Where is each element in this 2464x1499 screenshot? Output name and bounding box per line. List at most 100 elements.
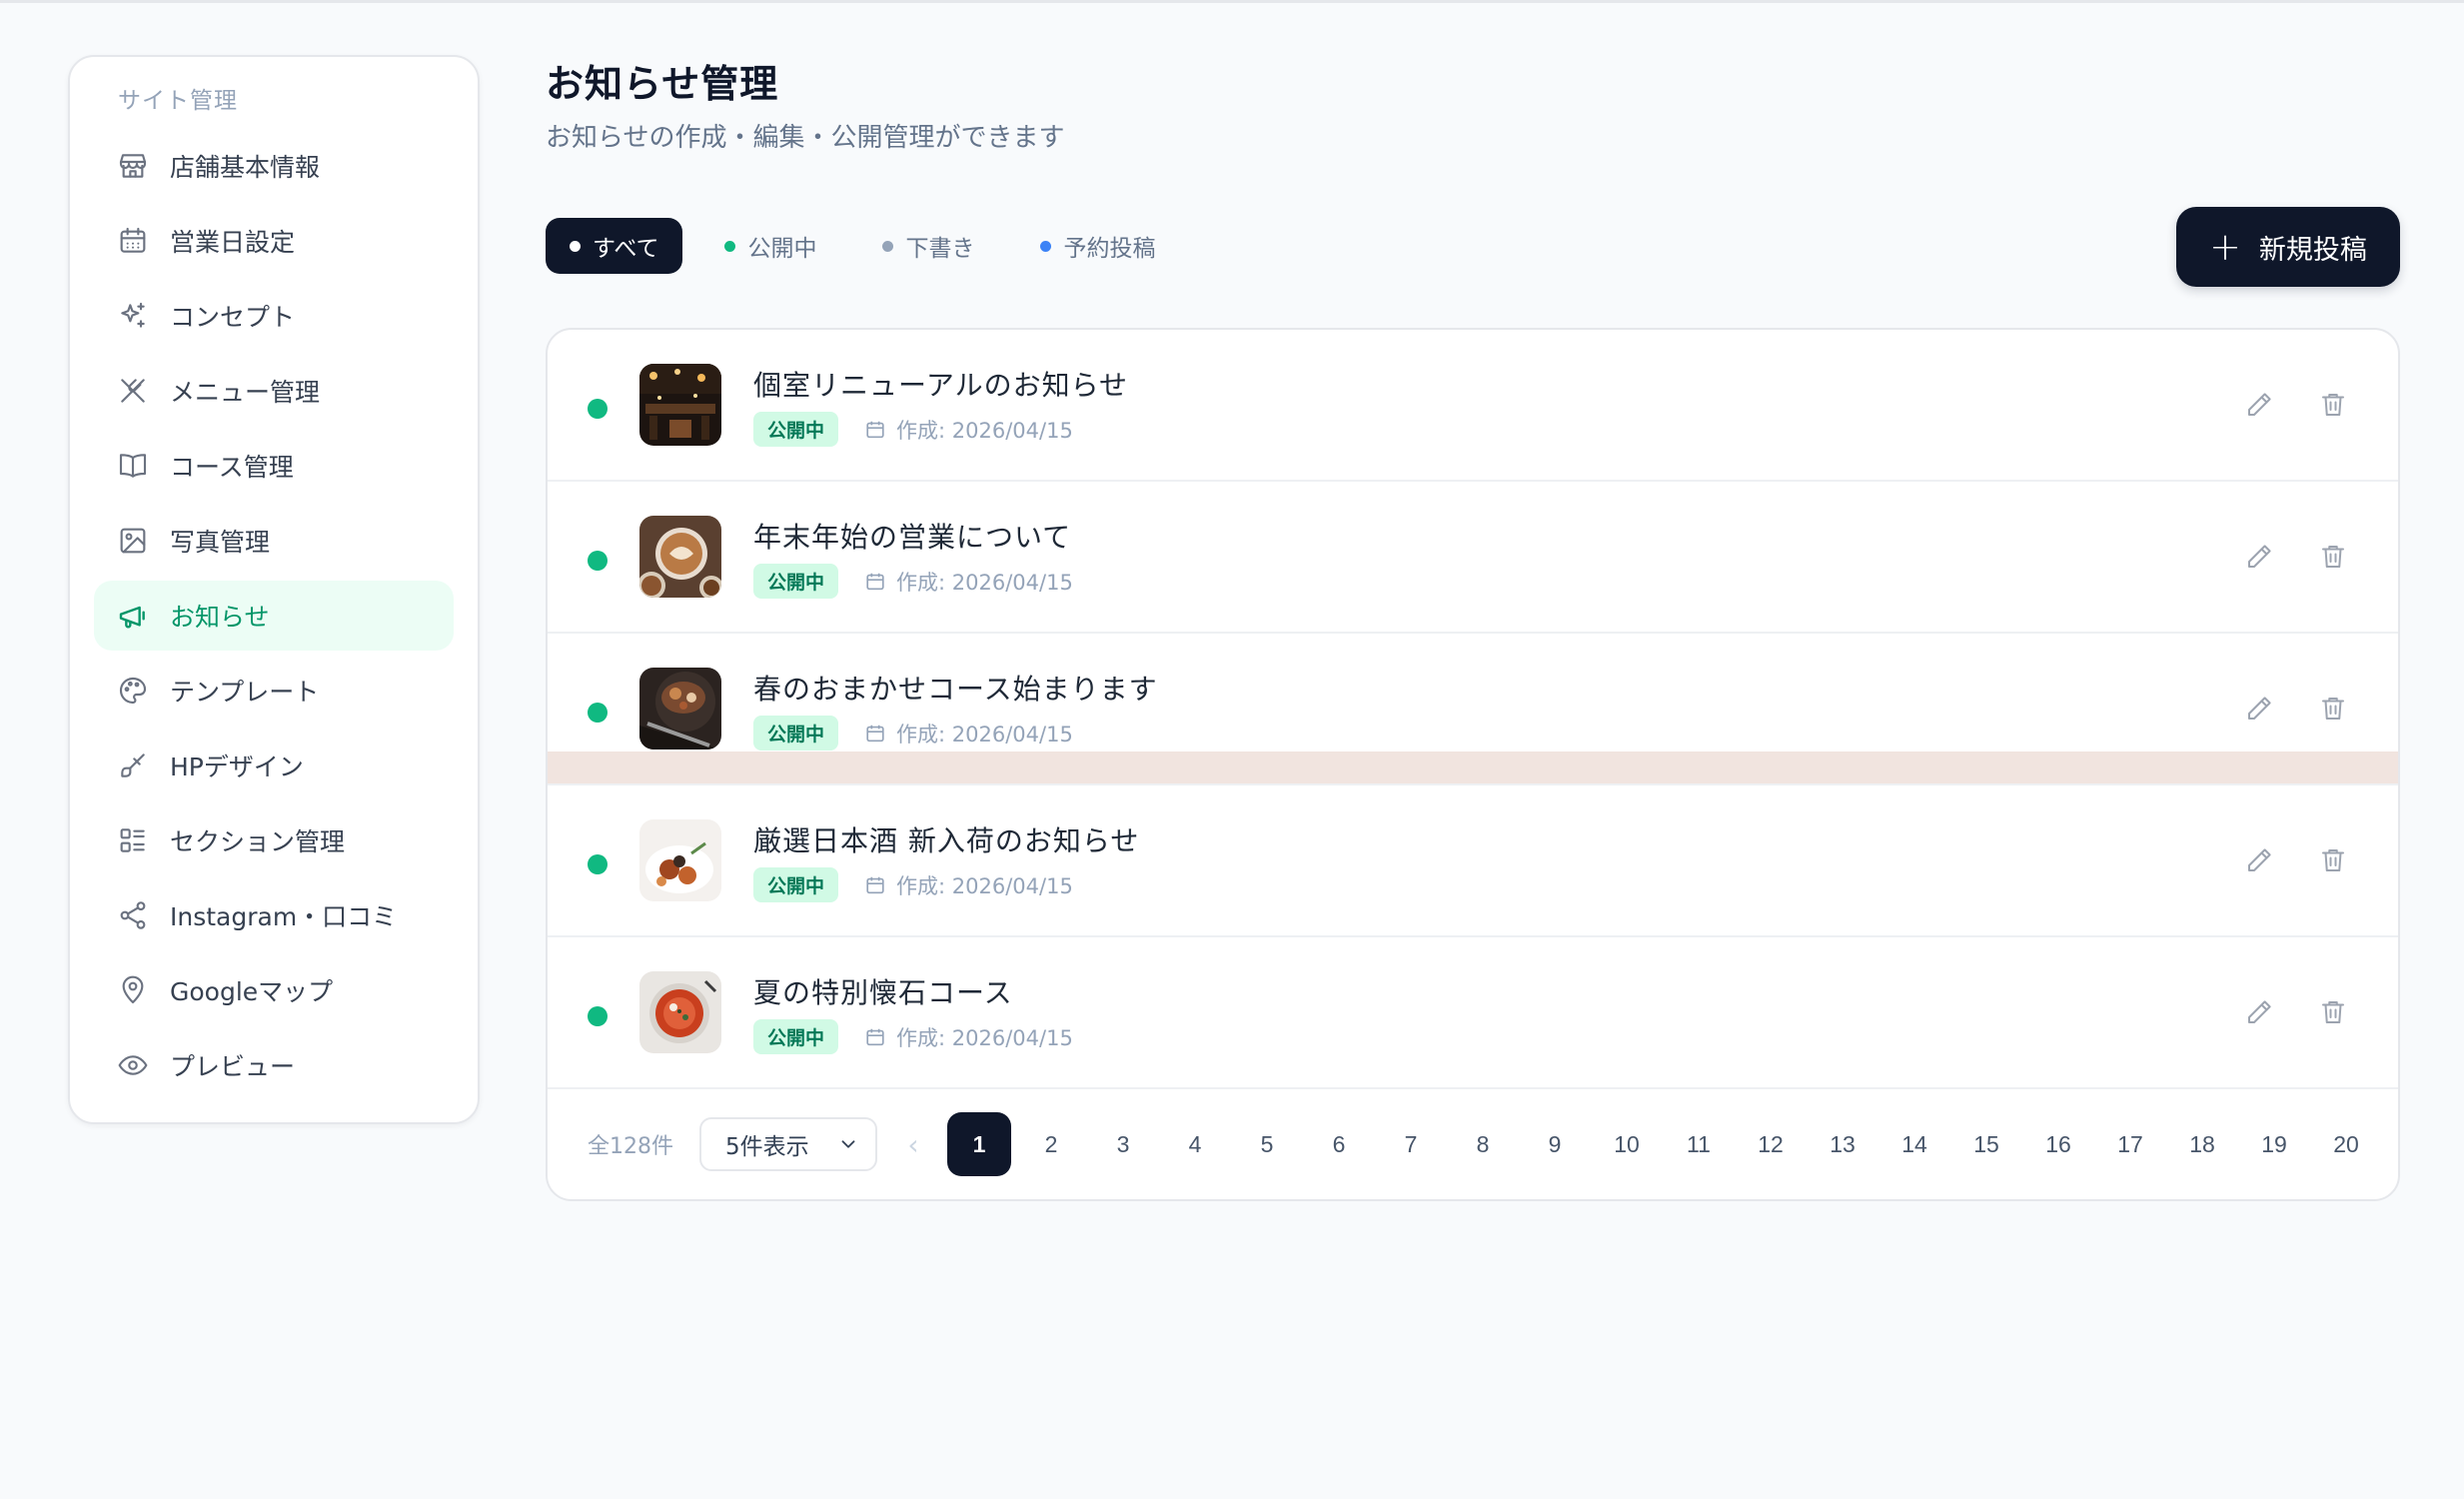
filter-tab-all[interactable]: すべて — [546, 218, 683, 274]
sidebar-item-label: コンセプト — [170, 303, 296, 332]
sidebar-item-google-map[interactable]: Googleマップ — [94, 955, 454, 1025]
list-item[interactable]: 厳選日本酒 新入荷のお知らせ 公開中 作成: 2026/04/15 — [548, 785, 2398, 937]
sidebar-item-label: メニュー管理 — [170, 378, 321, 407]
page-button[interactable]: 11 — [1667, 1112, 1731, 1176]
status-dot-icon — [724, 240, 736, 252]
page-button[interactable]: 14 — [1882, 1112, 1946, 1176]
list-item[interactable]: 個室リニューアルのお知らせ 公開中 作成: 2026/04/15 — [548, 330, 2398, 482]
sidebar-item-sections[interactable]: セクション管理 — [94, 805, 454, 875]
filter-tab-label: 下書き — [905, 236, 975, 262]
page-button[interactable]: 6 — [1307, 1112, 1371, 1176]
status-badge: 公開中 — [753, 1019, 839, 1054]
calendar-icon — [864, 419, 886, 441]
page-button[interactable]: 2 — [1019, 1112, 1083, 1176]
page-button[interactable]: 16 — [2026, 1112, 2090, 1176]
calendar-icon — [864, 571, 886, 593]
page-button[interactable]: 17 — [2098, 1112, 2162, 1176]
filter-tab-scheduled[interactable]: 予約投稿 — [1016, 218, 1179, 274]
list-item[interactable]: 夏の特別懐石コース 公開中 作成: 2026/04/15 — [548, 937, 2398, 1089]
megaphone-icon — [116, 599, 150, 633]
post-title[interactable]: 夏の特別懐石コース — [753, 971, 1013, 1011]
sidebar-item-label: 店舗基本情報 — [170, 153, 321, 182]
sidebar-item-label: セクション管理 — [170, 827, 346, 856]
sidebar-item-template[interactable]: テンプレート — [94, 656, 454, 726]
sidebar-item-business-days[interactable]: 営業日設定 — [94, 206, 454, 276]
page-button[interactable]: 12 — [1739, 1112, 1803, 1176]
page-button[interactable]: 9 — [1523, 1112, 1587, 1176]
list-item[interactable]: 春のおまかせコース始まります 公開中 作成: 2026/04/15 — [548, 634, 2398, 785]
page-button[interactable]: 13 — [1811, 1112, 1874, 1176]
list-item[interactable]: 年末年始の営業について 公開中 作成: 2026/04/15 — [548, 482, 2398, 634]
created-date: 作成: 2026/04/15 — [896, 570, 1073, 595]
sidebar-heading: サイト管理 — [118, 88, 238, 114]
sidebar-item-concept[interactable]: コンセプト — [94, 281, 454, 351]
sidebar-item-course[interactable]: コース管理 — [94, 431, 454, 501]
status-filter-tabs: すべて 公開中 下書き 予約投稿 — [546, 218, 1179, 274]
row-actions — [2242, 388, 2350, 422]
post-title[interactable]: 年末年始の営業について — [753, 516, 1071, 556]
page-button[interactable]: 5 — [1235, 1112, 1299, 1176]
status-dot-icon — [882, 240, 894, 252]
row-actions — [2242, 540, 2350, 574]
page-button[interactable]: 1 — [947, 1112, 1011, 1176]
post-title[interactable]: 個室リニューアルのお知らせ — [753, 364, 1128, 404]
status-badge: 公開中 — [753, 867, 839, 902]
delete-trash-icon[interactable] — [2316, 843, 2350, 877]
sidebar-item-label: お知らせ — [170, 603, 270, 632]
edit-pencil-icon[interactable] — [2242, 540, 2276, 574]
chevron-left-icon[interactable]: ‹ — [897, 1128, 929, 1161]
post-title[interactable]: 春のおまかせコース始まります — [753, 668, 1158, 708]
store-icon — [116, 149, 150, 183]
page-button[interactable]: 20 — [2314, 1112, 2378, 1176]
page-button[interactable]: 10 — [1595, 1112, 1659, 1176]
created-date: 作成: 2026/04/15 — [896, 722, 1073, 747]
map-pin-icon — [116, 973, 150, 1007]
sidebar-item-news[interactable]: お知らせ — [94, 581, 454, 651]
post-meta: 公開中 作成: 2026/04/15 — [753, 716, 1073, 750]
page-button[interactable]: 18 — [2170, 1112, 2234, 1176]
delete-trash-icon[interactable] — [2316, 995, 2350, 1029]
post-meta: 公開中 作成: 2026/04/15 — [753, 564, 1073, 599]
sidebar-item-menu[interactable]: メニュー管理 — [94, 356, 454, 426]
edit-pencil-icon[interactable] — [2242, 843, 2276, 877]
edit-pencil-icon[interactable] — [2242, 692, 2276, 726]
sidebar-item-label: 写真管理 — [170, 528, 271, 557]
per-page-select[interactable]: 5件表示 — [699, 1117, 877, 1171]
edit-pencil-icon[interactable] — [2242, 388, 2276, 422]
book-open-icon — [116, 449, 150, 483]
delete-trash-icon[interactable] — [2316, 388, 2350, 422]
post-thumbnail — [639, 819, 721, 901]
page-button[interactable]: 15 — [1954, 1112, 2018, 1176]
post-meta: 公開中 作成: 2026/04/15 — [753, 867, 1073, 902]
sidebar-item-store-info[interactable]: 店舗基本情報 — [94, 131, 454, 201]
post-title[interactable]: 厳選日本酒 新入荷のお知らせ — [753, 819, 1139, 859]
post-meta: 公開中 作成: 2026/04/15 — [753, 1019, 1073, 1054]
calendar-icon — [864, 874, 886, 896]
sidebar-item-instagram-reviews[interactable]: Instagram・口コミ — [94, 880, 454, 950]
edit-pencil-icon[interactable] — [2242, 995, 2276, 1029]
published-status-dot — [588, 703, 608, 723]
page-button[interactable]: 3 — [1091, 1112, 1155, 1176]
delete-trash-icon[interactable] — [2316, 692, 2350, 726]
page-button[interactable]: 19 — [2242, 1112, 2306, 1176]
filter-tab-published[interactable]: 公開中 — [700, 218, 840, 274]
sidebar-item-preview[interactable]: プレビュー — [94, 1030, 454, 1100]
palette-icon — [116, 674, 150, 708]
delete-trash-icon[interactable] — [2316, 540, 2350, 574]
image-icon — [116, 524, 150, 558]
total-count: 全128件 — [588, 1134, 673, 1159]
sidebar-item-photos[interactable]: 写真管理 — [94, 506, 454, 576]
filter-tab-label: すべて — [593, 236, 659, 262]
page-button[interactable]: 4 — [1163, 1112, 1227, 1176]
post-thumbnail — [639, 971, 721, 1053]
new-post-button[interactable]: + 新規投稿 — [2176, 207, 2400, 287]
page-button[interactable]: 7 — [1379, 1112, 1443, 1176]
created-date: 作成: 2026/04/15 — [896, 1025, 1073, 1050]
created-date: 作成: 2026/04/15 — [896, 873, 1073, 898]
post-thumbnail — [639, 364, 721, 446]
row-actions — [2242, 843, 2350, 877]
page-button[interactable]: 8 — [1451, 1112, 1515, 1176]
sidebar-item-hp-design[interactable]: HPデザイン — [94, 731, 454, 800]
calendar-icon — [864, 723, 886, 745]
filter-tab-draft[interactable]: 下書き — [858, 218, 998, 274]
